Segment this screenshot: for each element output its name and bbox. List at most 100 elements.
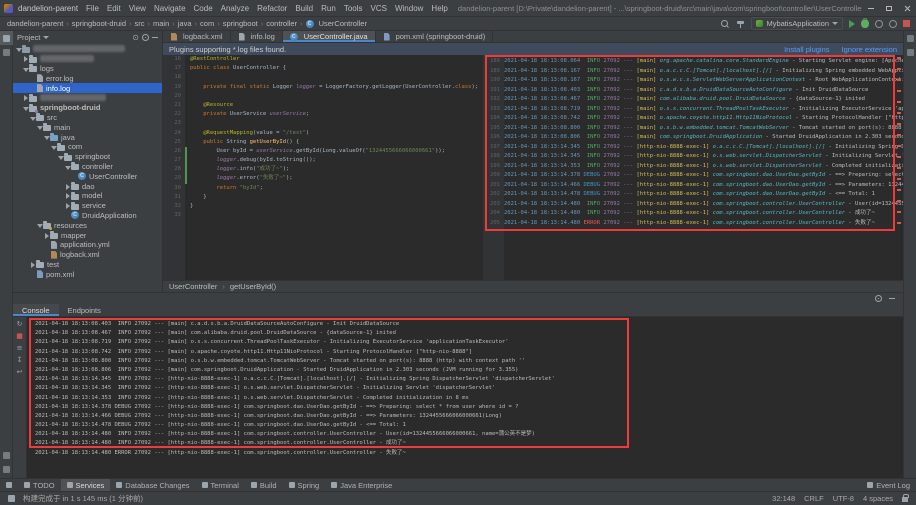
editor-tab-usercontroller-java[interactable]: UserController.java <box>283 31 376 42</box>
tree-item-application-yml[interactable]: application.yml <box>13 240 162 250</box>
breadcrumb-item[interactable]: dandelion-parent <box>6 19 64 28</box>
breadcrumb-item[interactable]: java <box>177 19 193 28</box>
toolwindow-switcher-icon[interactable] <box>0 479 18 491</box>
menu-item-file[interactable]: File <box>82 4 103 13</box>
breadcrumb-item[interactable]: src <box>134 19 146 28</box>
tree-item-src[interactable]: src <box>13 113 162 123</box>
toolwindow-button-terminal[interactable]: Terminal <box>196 479 245 491</box>
tree-item-mapper[interactable]: mapper <box>13 230 162 240</box>
tree-item-resources[interactable]: resources <box>13 220 162 230</box>
tree-item[interactable] <box>13 44 162 54</box>
menu-item-vcs[interactable]: VCS <box>367 4 391 13</box>
breadcrumb-item[interactable]: main <box>152 19 170 28</box>
tree-item-logs[interactable]: logs <box>13 64 162 74</box>
maven-toolwindow-button[interactable] <box>904 31 916 45</box>
clear-console-button[interactable]: ≡ <box>17 345 23 352</box>
run-config-combo[interactable]: MybatisApplication <box>751 17 843 30</box>
tree-item-error-log[interactable]: error.log <box>13 73 162 83</box>
breadcrumb-item[interactable]: controller <box>265 19 298 28</box>
toolwindow-button-java-enterprise[interactable]: Java Enterprise <box>325 479 398 491</box>
locate-file-icon[interactable]: ⊙ <box>132 34 139 42</box>
menu-item-build[interactable]: Build <box>291 4 317 13</box>
hide-panel-icon[interactable] <box>889 298 895 299</box>
search-everywhere-icon[interactable] <box>720 19 730 29</box>
tree-item-main[interactable]: main <box>13 122 162 132</box>
tree-item[interactable] <box>13 93 162 103</box>
project-panel-title[interactable]: Project <box>17 33 40 42</box>
status-item-utf-8[interactable]: UTF-8 <box>833 494 854 503</box>
gear-icon[interactable] <box>142 34 149 41</box>
soft-wrap-button[interactable]: ↩ <box>17 369 23 376</box>
tree-item-druidapplication[interactable]: DruidApplication <box>13 211 162 221</box>
scroll-to-end-button[interactable]: ↧ <box>17 357 23 364</box>
toolwindow-button-todo[interactable]: TODO <box>18 479 61 491</box>
menu-item-refactor[interactable]: Refactor <box>253 4 291 13</box>
project-toolwindow-button[interactable] <box>0 31 13 45</box>
database-toolwindow-button[interactable] <box>904 45 916 59</box>
maximize-button[interactable] <box>880 0 898 16</box>
editor-tab-info-log[interactable]: info.log <box>231 31 283 42</box>
tree-item-springboot-druid[interactable]: springboot-druid <box>13 103 162 113</box>
tree-item-info-log[interactable]: info.log <box>13 83 162 93</box>
status-item-32-148[interactable]: 32:148 <box>772 494 795 503</box>
tree-item-controller[interactable]: controller <box>13 162 162 172</box>
menu-item-help[interactable]: Help <box>427 4 451 13</box>
build-hammer-icon[interactable] <box>736 19 745 28</box>
install-plugins-link[interactable]: Install plugins <box>784 45 829 54</box>
menu-item-code[interactable]: Code <box>190 4 217 13</box>
log-editor[interactable]: 1882021-04-18 18:13:08.064 INFO 27092 --… <box>483 55 903 280</box>
tab-endpoints[interactable]: Endpoints <box>59 304 110 316</box>
ignore-extension-link[interactable]: Ignore extension <box>842 45 897 54</box>
toolwindow-button-build[interactable]: Build <box>245 479 283 491</box>
tree-item-pom-xml[interactable]: pom.xml <box>13 269 162 279</box>
menu-item-tools[interactable]: Tools <box>340 4 367 13</box>
commit-toolwindow-button[interactable] <box>0 45 13 59</box>
status-item-4-spaces[interactable]: 4 spaces <box>863 494 893 503</box>
tree-item-java[interactable]: java <box>13 132 162 142</box>
status-message[interactable]: 构建完成于 in 1 s 145 ms (1 分钟前) <box>23 493 143 504</box>
gear-icon[interactable] <box>875 295 882 302</box>
favorites-toolwindow-button[interactable] <box>0 462 13 476</box>
status-item-crlf[interactable]: CRLF <box>804 494 824 503</box>
run-button[interactable] <box>849 20 855 28</box>
tree-item-usercontroller[interactable]: UserController <box>13 171 162 181</box>
minimize-button[interactable] <box>862 0 880 16</box>
stop-button[interactable]: ■ <box>16 333 23 340</box>
coverage-button[interactable] <box>875 20 883 28</box>
toolwindow-button-spring[interactable]: Spring <box>283 479 326 491</box>
tree-item-logback-xml[interactable]: logback.xml <box>13 250 162 260</box>
lock-icon[interactable] <box>902 497 908 502</box>
code-editor[interactable]: 16@RestController17public class UserCont… <box>163 55 483 280</box>
profiler-button[interactable] <box>889 20 897 28</box>
tree-item-springboot[interactable]: springboot <box>13 152 162 162</box>
breadcrumb-class[interactable]: UserController <box>169 282 217 291</box>
close-button[interactable] <box>898 0 916 16</box>
menu-item-navigate[interactable]: Navigate <box>150 4 190 13</box>
tree-item[interactable] <box>13 54 162 64</box>
tab-console[interactable]: Console <box>13 304 59 316</box>
breadcrumb-item[interactable]: springboot-druid <box>71 19 127 28</box>
breadcrumb-method[interactable]: getUserById() <box>230 282 276 291</box>
menu-item-view[interactable]: View <box>125 4 150 13</box>
tree-item-com[interactable]: com <box>13 142 162 152</box>
console-output[interactable]: 2021-04-18 18:13:08.403 INFO 27092 --- [… <box>27 317 903 478</box>
tree-item-model[interactable]: model <box>13 191 162 201</box>
debug-button[interactable] <box>861 19 869 28</box>
editor-tab-logback-xml[interactable]: logback.xml <box>163 31 231 42</box>
toolwindow-button-database-changes[interactable]: Database Changes <box>110 479 195 491</box>
structure-toolwindow-button[interactable] <box>0 448 13 462</box>
stop-button[interactable] <box>903 20 910 27</box>
editor-tab-pom-xml-springboot-druid-[interactable]: pom.xml (springboot-druid) <box>376 31 494 42</box>
menu-item-run[interactable]: Run <box>317 4 340 13</box>
menu-item-analyze[interactable]: Analyze <box>217 4 253 13</box>
menu-item-window[interactable]: Window <box>391 4 427 13</box>
hide-panel-icon[interactable] <box>152 37 158 38</box>
tree-item-dao[interactable]: dao <box>13 181 162 191</box>
breadcrumb-item[interactable]: com <box>199 19 215 28</box>
tree-item-test[interactable]: test <box>13 260 162 270</box>
toolwindow-button-services[interactable]: Services <box>61 479 111 491</box>
error-stripe-scrollbar[interactable] <box>897 57 901 229</box>
menu-item-edit[interactable]: Edit <box>103 4 125 13</box>
rerun-button[interactable]: ↻ <box>17 321 23 328</box>
tree-item-service[interactable]: service <box>13 201 162 211</box>
